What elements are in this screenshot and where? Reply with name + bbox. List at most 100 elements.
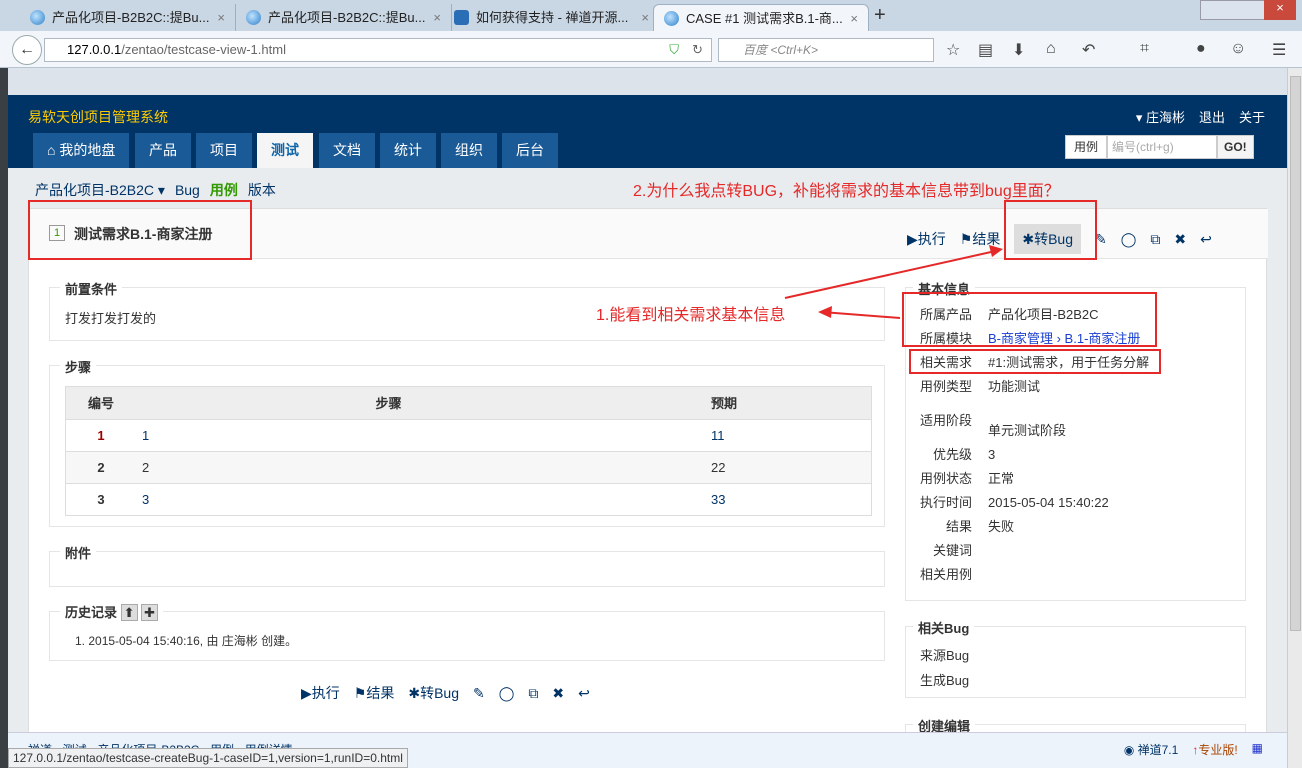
edit-icon[interactable]: ✎	[473, 685, 485, 702]
case-actions-bottom: ▶执行 ⚑结果 ✱转Bug ✎ ◯ ⧉ ✖ ↩	[301, 683, 590, 703]
tab-label: 如何获得支持 - 禅道开源...	[476, 10, 629, 25]
field-label: 适用阶段	[919, 413, 972, 428]
annotation-box-product	[902, 292, 1157, 347]
sort-up-icon[interactable]: ⬆	[120, 604, 138, 621]
search-id-input[interactable]: 编号(ctrl+g)	[1107, 135, 1218, 159]
subnav-build[interactable]: 版本	[248, 182, 276, 198]
nav-company[interactable]: 组织	[441, 133, 497, 168]
field-value: 正常	[988, 471, 1015, 486]
user-menu[interactable]: ▾ 庄海彬	[1136, 110, 1185, 125]
annotation-box-tobug	[1004, 200, 1097, 260]
logout-link[interactable]: 退出	[1199, 110, 1225, 125]
field-value: 失败	[988, 519, 1015, 534]
browser-tab[interactable]: 如何获得支持 - 禅道开源... ×	[444, 4, 660, 31]
page-scrollbar[interactable]	[1287, 68, 1302, 768]
cell: 33	[641, 482, 871, 515]
history-item: 1. 2015-05-04 15:40:16, 由 庄海彬 创建。	[75, 634, 298, 648]
pro-link[interactable]: ↑专业版!	[1192, 741, 1237, 758]
back-icon[interactable]: ↩	[578, 685, 590, 702]
annotation-question-2: 2.为什么我点转BUG，补能将需求的基本信息带到bug里面？	[633, 183, 1060, 200]
window-close-button[interactable]: ×	[1264, 0, 1296, 20]
table-row: 2 2 22	[66, 450, 871, 483]
comment-icon[interactable]: ◯	[499, 685, 515, 702]
expand-icon[interactable]: ✚	[141, 604, 159, 621]
close-tab-icon[interactable]: ×	[850, 5, 858, 32]
close-tab-icon[interactable]: ×	[641, 4, 649, 31]
product-switcher[interactable]: 产品化项目-B2B2C ▾	[35, 182, 165, 198]
tab-label: CASE #1 测试需求B.1-商...	[686, 11, 843, 26]
nav-my[interactable]: ⌂ 我的地盘	[33, 133, 130, 168]
table-row: 3 3 33	[66, 482, 871, 515]
nav-admin[interactable]: 后台	[502, 133, 558, 168]
about-link[interactable]: 关于	[1239, 110, 1265, 125]
scrollbar-thumb[interactable]	[1290, 76, 1301, 631]
crop-icon[interactable]: ⌗	[1140, 40, 1149, 58]
go-button[interactable]: GO!	[1217, 135, 1254, 159]
to-bug-button[interactable]: ✱转Bug	[408, 683, 459, 703]
nav-project[interactable]: 项目	[196, 133, 252, 168]
undo-icon[interactable]: ↶	[1082, 40, 1095, 60]
search-type-select[interactable]: 用例	[1065, 135, 1108, 159]
download-icon[interactable]: ⬇	[1012, 40, 1025, 60]
search-input[interactable]: 百度 <Ctrl+K>	[718, 38, 934, 62]
subnav-bug[interactable]: Bug	[175, 182, 200, 198]
chat-icon[interactable]: ●	[1196, 40, 1206, 58]
browser-tab[interactable]: 产品化项目-B2B2C::提Bu... ×	[20, 4, 236, 31]
field-label: 结果	[945, 519, 972, 534]
cell: 11	[641, 418, 871, 451]
browser-tab-active[interactable]: CASE #1 测试需求B.1-商... ×	[653, 4, 869, 31]
section-title: 历史记录 ⬆ ✚	[60, 602, 164, 621]
browser-tab[interactable]: 产品化项目-B2B2C::提Bu... ×	[236, 4, 452, 31]
quick-search: 用例 编号(ctrl+g) GO!	[1065, 135, 1254, 159]
field-label: 执行时间	[919, 495, 972, 510]
copy-icon[interactable]: ⧉	[1150, 231, 1160, 248]
app-header: 易软天创项目管理系统 ▾ 庄海彬 退出 关于 ⌂ 我的地盘 产品 项目 测试 文档 …	[8, 95, 1287, 168]
col-step: 步骤	[136, 387, 641, 419]
app-title: 易软天创项目管理系统	[28, 109, 168, 125]
result-button[interactable]: ⚑结果	[960, 229, 1001, 249]
cell: 3	[136, 482, 641, 515]
reader-icon[interactable]: ▤	[978, 40, 993, 60]
zentao-favicon-icon	[664, 11, 679, 26]
precondition-text: 打发打发打发的	[65, 311, 157, 326]
bookmarks-strip	[8, 68, 1287, 95]
nav-doc[interactable]: 文档	[319, 133, 375, 168]
desktop-edge	[0, 68, 8, 768]
back-button[interactable]: ←	[12, 35, 42, 65]
shield-icon: ⛉	[669, 42, 679, 57]
annotation-box-story	[909, 349, 1161, 374]
field-label: 关键词	[932, 543, 972, 558]
url-bar[interactable]: 127.0.0.1/zentao/testcase-view-1.html ⛉ ↻	[44, 38, 712, 62]
zentao-favicon-icon	[30, 10, 45, 25]
home-icon[interactable]: ⌂	[1046, 40, 1056, 58]
history-section: 历史记录 ⬆ ✚ 1. 2015-05-04 15:40:16, 由 庄海彬 创…	[49, 602, 885, 661]
related-bug-section: 相关Bug 来源Bug 生成Bug	[905, 618, 1246, 698]
close-tab-icon[interactable]: ×	[217, 4, 225, 31]
nav-product[interactable]: 产品	[135, 133, 191, 168]
field-label: 来源Bug	[920, 648, 970, 663]
subnav-case[interactable]: 用例	[210, 182, 238, 198]
delete-icon[interactable]: ✖	[1174, 231, 1186, 248]
files-section: 附件	[49, 543, 885, 587]
qrcode-icon[interactable]: ▦	[1252, 741, 1263, 758]
new-tab-button[interactable]: +	[874, 4, 886, 27]
star-icon[interactable]: ☆	[946, 40, 960, 60]
close-tab-icon[interactable]: ×	[433, 4, 441, 31]
tab-label: 产品化项目-B2B2C::提Bu...	[268, 10, 426, 25]
cell: 2	[136, 450, 641, 483]
nav-test[interactable]: 测试	[257, 133, 313, 168]
copy-icon[interactable]: ⧉	[528, 685, 538, 702]
emoji-icon[interactable]: ☺	[1230, 40, 1246, 58]
cell: 22	[641, 450, 871, 483]
back-icon[interactable]: ↩	[1200, 231, 1212, 248]
reload-icon[interactable]: ↻	[692, 39, 703, 61]
result-button[interactable]: ⚑结果	[354, 683, 395, 703]
url-host: 127.0.0.1	[67, 42, 122, 57]
version-link[interactable]: ◉ 禅道7.1	[1124, 741, 1179, 758]
delete-icon[interactable]: ✖	[552, 685, 564, 702]
nav-report[interactable]: 统计	[380, 133, 436, 168]
menu-icon[interactable]: ☰	[1272, 40, 1286, 60]
run-button[interactable]: ▶执行	[301, 683, 340, 703]
run-button[interactable]: ▶执行	[907, 229, 946, 249]
comment-icon[interactable]: ◯	[1121, 231, 1137, 248]
